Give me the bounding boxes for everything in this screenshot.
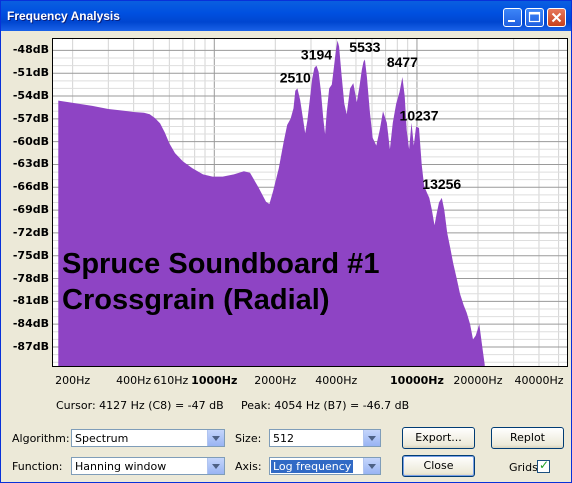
replot-button[interactable]: Replot	[491, 427, 564, 449]
y-tick-label: -87dB	[12, 339, 49, 353]
peak-label: 10237	[400, 107, 439, 123]
x-tick-label: 1000Hz	[191, 374, 238, 387]
y-tick-label: -69dB	[12, 203, 49, 217]
y-tick-label: -84dB	[12, 317, 49, 331]
frequency-analysis-window: Frequency Analysis -48dB -51dB -54dB -57dB -…	[0, 0, 572, 483]
y-tick-label: -51dB	[12, 66, 49, 80]
y-tick-label: -54dB	[12, 89, 49, 103]
y-tick-label: -48dB	[12, 43, 49, 57]
close-icon	[551, 12, 562, 23]
annotation-line-1: Spruce Soundboard #1	[62, 248, 379, 280]
y-tick-label: -63dB	[12, 157, 49, 171]
y-tick-label: -72dB	[12, 225, 49, 239]
x-tick-label: 200Hz	[55, 374, 91, 387]
cursor-readout: Cursor: 4127 Hz (C8) = -47 dB	[56, 399, 224, 412]
peak-label: 2510	[280, 69, 311, 85]
maximize-button[interactable]	[525, 8, 544, 27]
peak-label: 13256	[422, 176, 461, 192]
axis-value: Log frequency	[271, 460, 354, 473]
minimize-icon	[508, 20, 515, 22]
x-tick-label: 2000Hz	[254, 374, 297, 387]
window-title: Frequency Analysis	[7, 9, 120, 23]
x-tick-label: 400Hz	[116, 374, 152, 387]
x-tick-label: 40000Hz	[514, 374, 564, 387]
algorithm-label: Algorithm:	[12, 432, 70, 445]
export-button[interactable]: Export...	[402, 427, 475, 449]
close-window-button[interactable]	[547, 8, 566, 27]
x-tick-label: 10000Hz	[390, 374, 444, 387]
y-tick-label: -75dB	[12, 248, 49, 262]
minimize-button[interactable]	[503, 8, 522, 27]
x-tick-label: 610Hz	[153, 374, 189, 387]
grids-label: Grids	[509, 461, 538, 474]
maximize-icon	[528, 11, 541, 23]
peak-label: 8477	[387, 54, 418, 70]
algorithm-select[interactable]: Spectrum	[71, 429, 225, 447]
y-tick-label: -57dB	[12, 111, 49, 125]
chevron-down-icon[interactable]	[363, 458, 380, 474]
y-tick-label: -81dB	[12, 294, 49, 308]
annotation-line-2: Crossgrain (Radial)	[62, 284, 330, 316]
spectrum-plot[interactable]: 405431945533251084771023713256 Spruce So…	[52, 22, 568, 367]
size-label: Size:	[235, 432, 262, 445]
close-button[interactable]: Close	[402, 455, 475, 477]
size-select[interactable]: 512	[269, 429, 381, 447]
x-tick-label: 20000Hz	[453, 374, 503, 387]
size-value: 512	[273, 432, 294, 445]
axis-select[interactable]: Log frequency	[269, 457, 381, 475]
y-tick-label: -60dB	[12, 134, 49, 148]
function-select[interactable]: Hanning window	[71, 457, 225, 475]
spectrum-chart[interactable]: 405431945533251084771023713256 Spruce So…	[53, 22, 567, 366]
grids-checkbox[interactable]	[537, 458, 550, 473]
peak-label: 3194	[301, 47, 332, 63]
spectrum-area	[58, 40, 485, 366]
y-tick-label: -66dB	[12, 180, 49, 194]
chevron-down-icon[interactable]	[207, 458, 224, 474]
x-tick-label: 4000Hz	[315, 374, 358, 387]
y-tick-label: -78dB	[12, 271, 49, 285]
peak-label: 5533	[349, 39, 380, 55]
title-bar[interactable]: Frequency Analysis	[1, 1, 571, 31]
chevron-down-icon[interactable]	[363, 430, 380, 446]
axis-label: Axis:	[235, 460, 262, 473]
function-value: Hanning window	[75, 460, 167, 473]
peak-readout: Peak: 4054 Hz (B7) = -46.7 dB	[241, 399, 410, 412]
function-label: Function:	[12, 460, 63, 473]
chevron-down-icon[interactable]	[207, 430, 224, 446]
algorithm-value: Spectrum	[75, 432, 129, 445]
